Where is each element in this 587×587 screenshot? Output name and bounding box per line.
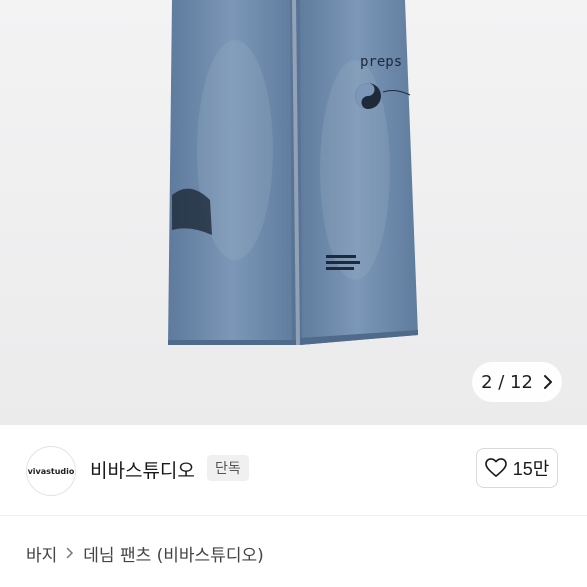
image-pager[interactable]: 2 / 12	[472, 362, 562, 402]
heart-outline-icon	[484, 458, 507, 478]
jeans-print-text: preps	[360, 54, 402, 70]
like-count: 15만	[512, 459, 550, 479]
like-button[interactable]: 15만	[476, 448, 558, 488]
divider	[0, 515, 587, 516]
shop-avatar[interactable]: vivastudio	[26, 446, 76, 496]
breadcrumb: 바지 데님 팬츠 (비바스튜디오)	[26, 541, 264, 566]
image-position-label: 2 / 12	[481, 371, 533, 393]
chevron-right-icon	[66, 545, 74, 563]
chevron-right-icon[interactable]	[543, 374, 553, 390]
shop-row: vivastudio 비바스튜디오 단독 15만	[0, 425, 587, 515]
exclusive-badge: 단독	[207, 455, 249, 481]
breadcrumb-category[interactable]: 바지	[26, 541, 57, 566]
shop-name[interactable]: 비바스튜디오	[90, 456, 195, 483]
breadcrumb-product[interactable]: 데님 팬츠 (비바스튜디오)	[83, 541, 263, 566]
shop-avatar-text: vivastudio	[27, 466, 75, 476]
product-image[interactable]: preps 2 / 12	[0, 0, 587, 425]
